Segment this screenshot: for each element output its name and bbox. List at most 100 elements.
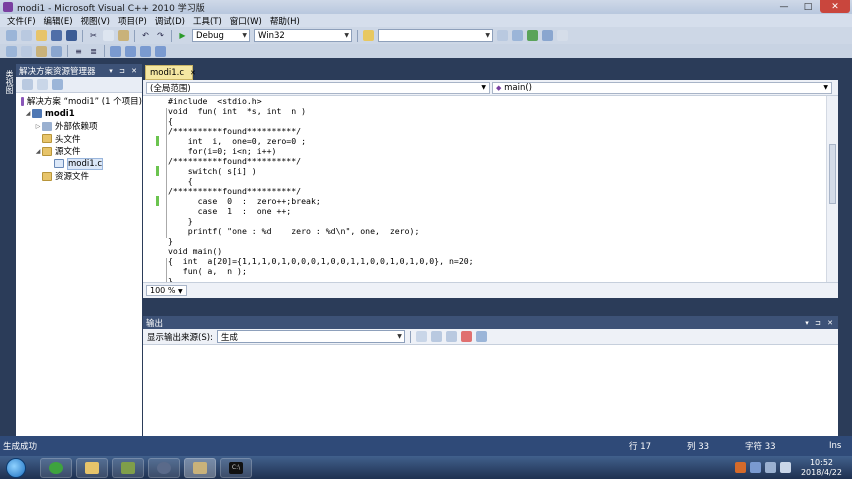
taskbar-console[interactable]: C:\ bbox=[220, 457, 252, 478]
code-line: void main() bbox=[168, 246, 223, 256]
menu-window[interactable]: 窗口(W) bbox=[226, 15, 266, 27]
code-line: case 1 : one ++; bbox=[168, 206, 292, 216]
code-area[interactable]: #include <stdio.h> void fun( int *s, int… bbox=[143, 96, 826, 286]
paste-icon[interactable] bbox=[118, 30, 129, 41]
solution-explorer-icon[interactable] bbox=[497, 30, 508, 41]
collapse-triangle-icon[interactable]: ◢ bbox=[34, 148, 42, 155]
menu-debug[interactable]: 调试(D) bbox=[151, 15, 189, 27]
start-button[interactable] bbox=[6, 457, 26, 478]
platform-select[interactable]: Win32 ▼ bbox=[254, 29, 352, 42]
next-bookmark-icon[interactable] bbox=[140, 45, 151, 57]
tree-item-label: 解决方案 “modi1” (1 个项目) bbox=[26, 97, 142, 108]
menu-file[interactable]: 文件(F) bbox=[3, 15, 40, 27]
change-marker bbox=[156, 196, 159, 206]
collapse-triangle-icon[interactable]: ◢ bbox=[24, 110, 32, 117]
expand-triangle-icon[interactable]: ▷ bbox=[34, 123, 42, 130]
close-button[interactable]: ✕ bbox=[820, 0, 850, 13]
refresh-icon[interactable] bbox=[52, 79, 63, 90]
output-window-icon[interactable] bbox=[557, 30, 568, 41]
properties-icon[interactable] bbox=[22, 79, 33, 90]
toolbox-icon[interactable] bbox=[527, 30, 538, 41]
menu-help[interactable]: 帮助(H) bbox=[266, 15, 304, 27]
find-in-files-icon[interactable] bbox=[363, 30, 374, 41]
parameter-info-icon[interactable] bbox=[21, 45, 32, 57]
next-message-icon[interactable] bbox=[445, 331, 457, 342]
class-view-side-tab[interactable]: 类视图 bbox=[0, 64, 15, 436]
solution-explorer-panel: 解决方案资源管理器 ▾ ⊐ ✕ 解决方案 “modi1” (1 个项目) ◢ m… bbox=[16, 64, 142, 436]
complete-word-icon[interactable] bbox=[36, 45, 47, 57]
editor-vertical-scrollbar[interactable] bbox=[826, 96, 838, 282]
find-combo[interactable]: ▼ bbox=[378, 29, 493, 42]
tray-volume-icon[interactable] bbox=[779, 462, 791, 473]
output-title: 输出 bbox=[146, 318, 164, 329]
prev-bookmark-icon[interactable] bbox=[125, 45, 136, 57]
chevron-down-icon: ▼ bbox=[177, 288, 183, 295]
save-icon[interactable] bbox=[51, 30, 62, 41]
uncomment-lines-icon[interactable]: ≣ bbox=[88, 46, 99, 57]
panel-controls[interactable]: ▾ ⊐ ✕ bbox=[805, 319, 838, 327]
code-line: { int a[20]={1,1,1,0,1,0,0,0,1,0,0,1,1,0… bbox=[168, 256, 474, 266]
tree-item-header-files[interactable]: 头文件 bbox=[16, 133, 142, 146]
scrollbar-thumb[interactable] bbox=[829, 144, 836, 204]
menu-project[interactable]: 项目(P) bbox=[114, 15, 151, 27]
tree-item-source-files[interactable]: ◢ 源文件 bbox=[16, 145, 142, 158]
panel-controls[interactable]: ▾ ⊐ ✕ bbox=[109, 67, 142, 75]
undo-icon[interactable]: ↶ bbox=[140, 30, 151, 41]
start-debugging-icon[interactable]: ▶ bbox=[177, 30, 188, 41]
taskbar-media[interactable] bbox=[148, 457, 180, 478]
tree-item-modi1-c[interactable]: modi1.c bbox=[16, 157, 142, 171]
clear-bookmarks-icon[interactable] bbox=[155, 45, 166, 57]
tray-keyboard-icon[interactable] bbox=[749, 462, 761, 473]
visual-studio-icon bbox=[193, 461, 207, 474]
add-item-icon[interactable] bbox=[21, 30, 32, 41]
save-all-icon[interactable] bbox=[66, 30, 77, 41]
open-folder-icon[interactable] bbox=[36, 30, 47, 41]
close-tab-icon[interactable]: ✕ bbox=[190, 69, 196, 77]
output-source-select[interactable]: 生成 ▼ bbox=[216, 330, 405, 343]
taskbar-app[interactable] bbox=[112, 457, 144, 478]
maximize-button[interactable]: □ bbox=[796, 0, 820, 13]
bookmark-icon[interactable] bbox=[110, 45, 121, 57]
show-all-files-icon[interactable] bbox=[37, 79, 48, 90]
prev-message-icon[interactable] bbox=[430, 331, 442, 342]
code-line: /**********found**********/ bbox=[168, 126, 302, 136]
minimize-button[interactable]: — bbox=[772, 0, 796, 13]
app-icon bbox=[121, 461, 135, 474]
media-icon bbox=[157, 461, 171, 474]
comment-lines-icon[interactable]: ≡ bbox=[73, 46, 84, 57]
tree-item-solution[interactable]: 解决方案 “modi1” (1 个项目) bbox=[16, 95, 142, 108]
member-select[interactable]: ◆ main() ▼ bbox=[492, 81, 832, 94]
clock[interactable]: 10:52 2018/4/22 bbox=[801, 458, 842, 478]
scope-select[interactable]: (全局范围) ▼ bbox=[146, 81, 490, 94]
tray-app-icon[interactable] bbox=[734, 462, 746, 473]
class-view-icon[interactable] bbox=[542, 30, 553, 41]
menu-view[interactable]: 视图(V) bbox=[77, 15, 114, 27]
zoom-select[interactable]: 100 % ▼ bbox=[146, 285, 187, 296]
tree-item-project[interactable]: ◢ modi1 bbox=[16, 108, 142, 121]
tray-network-icon[interactable] bbox=[764, 462, 776, 473]
menu-tools[interactable]: 工具(T) bbox=[189, 15, 226, 27]
quick-info-icon[interactable] bbox=[6, 45, 17, 57]
redo-icon[interactable]: ↷ bbox=[155, 30, 166, 41]
word-wrap-icon[interactable] bbox=[475, 331, 487, 342]
outline-guide bbox=[166, 108, 167, 238]
find-message-icon[interactable] bbox=[415, 331, 427, 342]
properties-icon[interactable] bbox=[512, 30, 523, 41]
new-project-icon[interactable] bbox=[6, 30, 17, 41]
output-source-value: 生成 bbox=[220, 332, 238, 343]
taskbar-visual-cpp[interactable] bbox=[184, 457, 216, 478]
clear-all-icon[interactable] bbox=[460, 331, 472, 342]
document-tab-strip: modi1.c ✕ bbox=[143, 64, 838, 80]
taskbar-browser[interactable] bbox=[40, 457, 72, 478]
menu-edit[interactable]: 编辑(E) bbox=[40, 15, 77, 27]
tree-item-external-deps[interactable]: ▷ 外部依赖项 bbox=[16, 120, 142, 133]
copy-icon[interactable] bbox=[103, 30, 114, 41]
tree-item-resource-files[interactable]: 资源文件 bbox=[16, 170, 142, 183]
tab-modi1-c[interactable]: modi1.c ✕ bbox=[145, 65, 196, 80]
cut-icon[interactable]: ✂ bbox=[88, 30, 99, 41]
taskbar-explorer[interactable] bbox=[76, 457, 108, 478]
status-char: 字符 33 bbox=[745, 442, 776, 452]
configuration-select[interactable]: Debug ▼ bbox=[192, 29, 250, 42]
outdent-icon[interactable] bbox=[51, 45, 62, 57]
code-line: } bbox=[168, 216, 193, 226]
